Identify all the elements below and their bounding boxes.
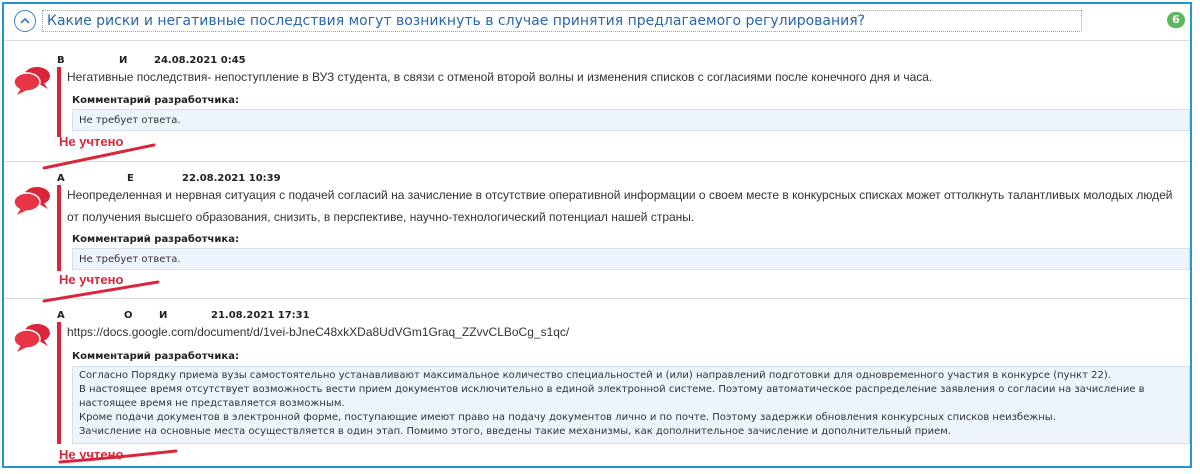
comment-text: Неопределенная и нервная ситуация с пода…: [67, 188, 1173, 202]
comment-count-badge: 6: [1167, 12, 1185, 28]
developer-comment: Не требует ответа.: [72, 109, 1190, 131]
question-title[interactable]: Какие риски и негативные последствия мог…: [42, 10, 1082, 32]
status-bar: [57, 185, 61, 271]
comment-date: 21.08.2021 17:31: [211, 310, 310, 321]
status-bar: [57, 322, 61, 444]
developer-comment-label: Комментарий разработчика:: [72, 351, 239, 362]
developer-comment-label: Комментарий разработчика:: [72, 95, 239, 106]
comment-text: от получения высшего образования, снизит…: [67, 210, 695, 224]
author-initial: В: [57, 55, 65, 66]
comment-entry: В И 24.08.2021 0:45 Негативные последств…: [4, 41, 1190, 170]
question-header[interactable]: Какие риски и негативные последствия мог…: [4, 4, 1190, 41]
discussion-panel: Какие риски и негативные последствия мог…: [2, 2, 1192, 468]
author-initial: А: [57, 173, 65, 184]
author-initial: А: [57, 310, 65, 321]
chevron-up-icon: [20, 17, 30, 24]
comment-text: Негативные последствия- непоступление в …: [67, 70, 933, 84]
author-initial: И: [159, 310, 168, 321]
comment-entry: А О И 21.08.2021 17:31 https://docs.goog…: [4, 298, 1190, 466]
comment-line: настоящее время не представляется возмож…: [79, 398, 345, 409]
comment-line: В настоящее время отсутствует возможност…: [79, 384, 1145, 395]
author-initial: И: [119, 55, 128, 66]
comment-line: Согласно Порядку приема вузы самостоятел…: [79, 370, 1111, 381]
status-bar: [57, 67, 61, 137]
comment-date: 22.08.2021 10:39: [182, 173, 281, 184]
handwritten-underline: [58, 449, 178, 464]
collapse-toggle[interactable]: [14, 10, 36, 32]
developer-comment-label: Комментарий разработчика:: [72, 234, 239, 245]
comments-icon: [13, 324, 50, 352]
author-initial: О: [124, 310, 133, 321]
author-initial: Е: [127, 173, 134, 184]
comment-link[interactable]: https://docs.google.com/document/d/1vei-…: [67, 322, 569, 342]
developer-comment: Не требует ответа.: [72, 248, 1190, 270]
comment-date: 24.08.2021 0:45: [154, 55, 246, 66]
comments-icon: [13, 187, 50, 215]
comments-icon: [13, 67, 50, 95]
developer-comment: Согласно Порядку приема вузы самостоятел…: [72, 366, 1190, 444]
comment-line: Зачисление на основные места осуществляе…: [79, 426, 951, 437]
comment-line: Кроме подачи документов в электронной фо…: [79, 412, 1056, 423]
comment-entry: А Е 22.08.2021 10:39 Неопределенная и не…: [4, 161, 1190, 303]
